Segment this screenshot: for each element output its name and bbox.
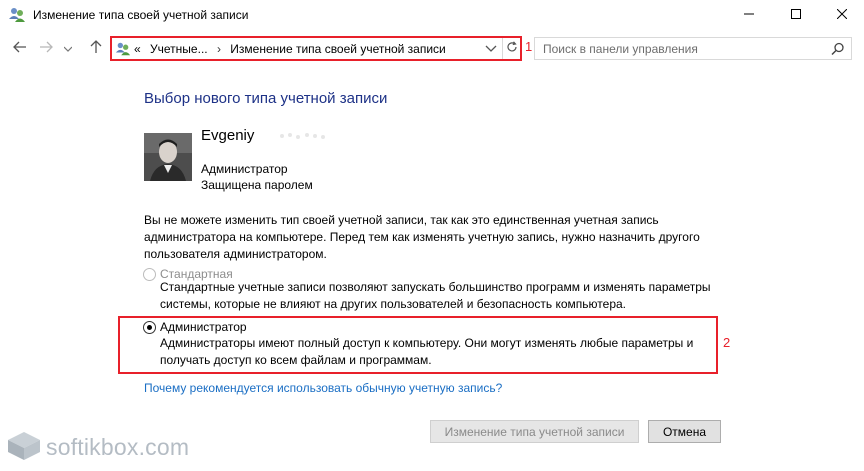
- redacted-text: [278, 130, 330, 142]
- breadcrumb-item-current[interactable]: Изменение типа своей учетной записи: [230, 42, 445, 56]
- up-button[interactable]: [86, 39, 106, 57]
- address-history-button[interactable]: [485, 42, 499, 56]
- refresh-icon: [506, 41, 518, 56]
- annotation-marker-1: 1: [525, 39, 533, 54]
- chevron-down-icon: [485, 43, 497, 57]
- avatar: [144, 133, 192, 181]
- arrow-left-icon: [13, 41, 27, 56]
- annotation-marker-2: 2: [723, 335, 731, 350]
- option-standard-description: Стандартные учетные записи позволяют зап…: [160, 280, 711, 311]
- change-account-type-button[interactable]: Изменение типа учетной записи: [430, 420, 639, 443]
- user-password-status: Защищена паролем: [201, 178, 313, 192]
- back-button[interactable]: [10, 39, 30, 57]
- search-placeholder: Поиск в панели управления: [543, 42, 698, 56]
- minimize-icon: [744, 8, 754, 22]
- search-icon[interactable]: [831, 42, 845, 56]
- user-role: Администратор: [201, 162, 288, 176]
- refresh-button[interactable]: [502, 38, 520, 59]
- recent-locations-button[interactable]: [62, 39, 74, 57]
- minimize-button[interactable]: [726, 0, 772, 30]
- forward-button[interactable]: [36, 39, 56, 57]
- breadcrumb: « Учетные... › Изменение типа своей учет…: [134, 42, 446, 56]
- maximize-button[interactable]: [773, 0, 819, 30]
- search-input[interactable]: Поиск в панели управления: [534, 37, 852, 60]
- address-bar[interactable]: « Учетные... › Изменение типа своей учет…: [110, 36, 522, 61]
- chevron-down-icon: [63, 41, 73, 55]
- breadcrumb-item-accounts[interactable]: Учетные...: [150, 42, 208, 56]
- watermark: softikbox.com: [6, 430, 189, 464]
- cancel-button[interactable]: Отмена: [648, 420, 721, 443]
- breadcrumb-separator: ›: [216, 42, 221, 56]
- softikbox-logo-icon: [6, 430, 42, 465]
- title-bar: Изменение типа своей учетной записи: [0, 0, 864, 30]
- watermark-text: softikbox.com: [46, 433, 190, 460]
- user-name: Evgeniy: [201, 127, 255, 144]
- close-button[interactable]: [819, 0, 864, 30]
- page-title: Выбор нового типа учетной записи: [144, 90, 388, 107]
- arrow-right-icon: [39, 41, 53, 56]
- window-title: Изменение типа своей учетной записи: [33, 8, 249, 22]
- close-icon: [836, 8, 848, 22]
- user-accounts-icon: [8, 6, 26, 24]
- breadcrumb-overflow[interactable]: «: [134, 42, 141, 56]
- arrow-up-icon: [90, 39, 102, 57]
- user-accounts-icon: [115, 41, 131, 57]
- highlight-box: [118, 316, 718, 374]
- radio-standard[interactable]: [143, 268, 156, 281]
- why-standard-link[interactable]: Почему рекомендуется использовать обычну…: [144, 381, 502, 395]
- info-message: Вы не можете изменить тип своей учетной …: [144, 213, 700, 261]
- maximize-icon: [791, 8, 801, 22]
